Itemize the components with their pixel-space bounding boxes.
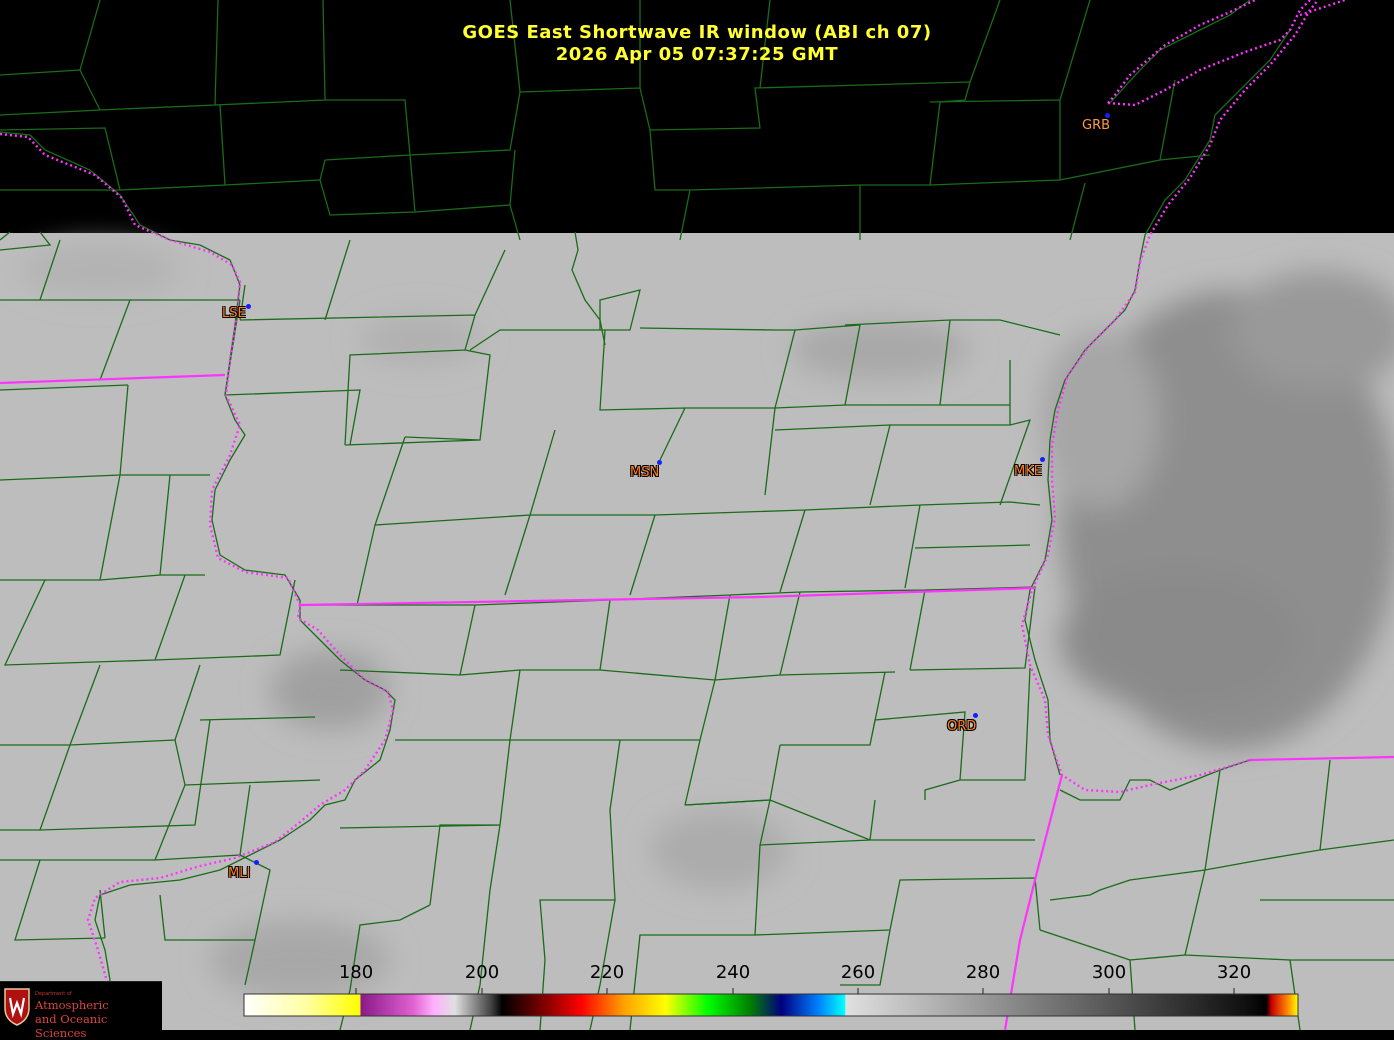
colorbar-tick-label: 320 (1216, 962, 1252, 983)
aos-logo: Department of Atmospheric and Oceanic Sc… (0, 981, 162, 1040)
station-label-grb: GRB (1082, 118, 1111, 133)
logo-line2: and Oceanic Sciences (35, 1012, 108, 1040)
colorbar (243, 993, 1299, 1017)
map-canvas (0, 0, 1394, 1030)
colorbar-tick-label: 280 (965, 962, 1001, 983)
station-label-ord: ORD (947, 719, 977, 734)
colorbar-tick-label: 260 (840, 962, 876, 983)
uw-crest-icon (4, 988, 30, 1026)
image-timestamp: 2026 Apr 05 07:37:25 GMT (555, 44, 839, 65)
colorbar-tick-label: 240 (715, 962, 751, 983)
image-title: GOES East Shortwave IR window (ABI ch 07… (462, 22, 932, 43)
satellite-map: GOES East Shortwave IR window (ABI ch 07… (0, 0, 1394, 1040)
station-label-lse: LSE (222, 306, 246, 321)
station-dot-lse (246, 304, 251, 309)
station-label-mke: MKE (1014, 464, 1042, 479)
logo-dept-text: Department of (35, 991, 72, 997)
station-dot-mli (254, 860, 259, 865)
station-dot-mke (1040, 457, 1045, 462)
colorbar-tick-label: 200 (464, 962, 500, 983)
station-label-mli: MLI (228, 866, 251, 881)
colorbar-tick-label: 180 (338, 962, 374, 983)
station-dot-ord (973, 713, 978, 718)
station-label-msn: MSN (630, 465, 660, 480)
colorbar-tick-label: 300 (1091, 962, 1127, 983)
colorbar-tick-label: 220 (589, 962, 625, 983)
logo-line1: Atmospheric (35, 998, 109, 1012)
